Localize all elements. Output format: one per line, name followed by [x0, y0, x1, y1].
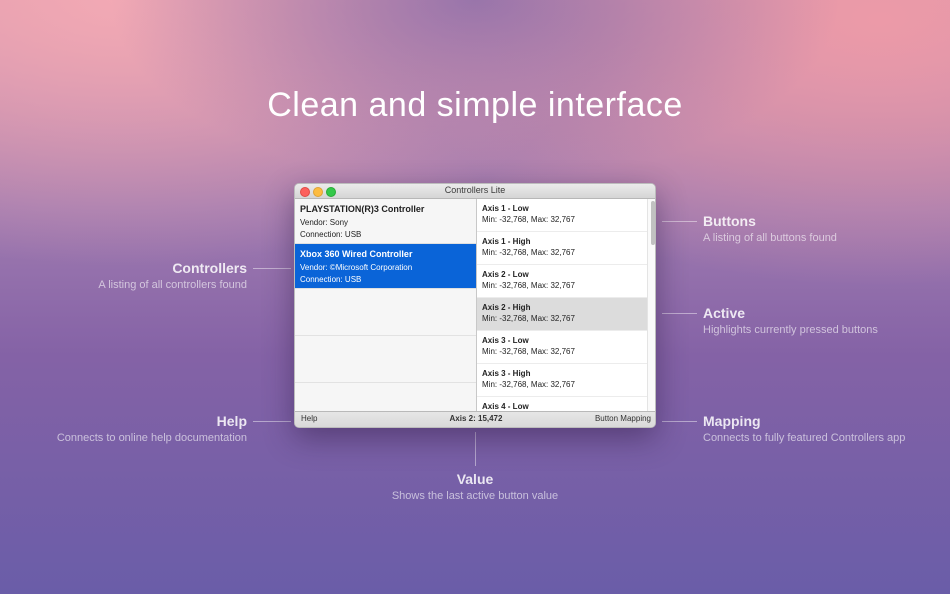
callout-subtitle: Connects to online help documentation — [56, 432, 247, 444]
axis-name: Axis 3 - High — [482, 369, 531, 378]
vertical-scrollbar[interactable] — [647, 199, 655, 414]
axis-range: Min: -32,768, Max: 32,767 — [482, 347, 575, 356]
controller-connection: Connection: USB — [300, 230, 362, 239]
callout-mapping: Mapping Connects to fully featured Contr… — [703, 413, 905, 444]
callout-title: Value — [456, 471, 494, 487]
window-title: Controllers Lite — [444, 185, 506, 195]
headline: Clean and simple interface — [267, 86, 683, 124]
axis-range: Min: -32,768, Max: 32,767 — [482, 248, 575, 257]
callout-help: Help Connects to online help documentati… — [57, 413, 247, 444]
callout-controllers: Controllers A listing of all controllers… — [98, 260, 247, 291]
axis-name: Axis 2 - High — [482, 303, 531, 312]
callout-line — [253, 421, 291, 422]
axis-range: Min: -32,768, Max: 32,767 — [482, 281, 575, 290]
callout-line — [662, 421, 697, 422]
callout-subtitle: Highlights currently pressed buttons — [703, 324, 878, 336]
callout-line — [662, 313, 697, 314]
callout-line — [662, 221, 697, 222]
callout-title: Active — [703, 305, 746, 321]
axis-row[interactable]: Axis 3 - Low Min: -32,768, Max: 32,767 — [477, 331, 647, 364]
controller-name: PLAYSTATION(R)3 Controller — [300, 204, 425, 214]
axis-name: Axis 3 - Low — [482, 336, 529, 345]
axis-row[interactable]: Axis 2 - Low Min: -32,768, Max: 32,767 — [477, 265, 647, 298]
callout-line — [475, 432, 476, 466]
controller-row-selected[interactable]: Xbox 360 Wired Controller Vendor: ©Micro… — [295, 244, 476, 289]
callout-active: Active Highlights currently pressed butt… — [703, 305, 878, 336]
callout-title: Controllers — [172, 260, 247, 276]
button-mapping-button[interactable]: Button Mapping — [595, 414, 651, 423]
axis-name: Axis 1 - High — [482, 237, 531, 246]
callout-title: Buttons — [703, 213, 756, 229]
axis-row-active[interactable]: Axis 2 - High Min: -32,768, Max: 32,767 — [477, 298, 647, 331]
status-bar: Help Axis 2: 15,472 Button Mapping — [295, 411, 655, 427]
axis-range: Min: -32,768, Max: 32,767 — [482, 314, 575, 323]
axis-row[interactable]: Axis 1 - Low Min: -32,768, Max: 32,767 — [477, 199, 647, 232]
callout-title: Mapping — [703, 413, 761, 429]
callout-subtitle: A listing of all buttons found — [703, 232, 837, 244]
controller-name: Xbox 360 Wired Controller — [300, 249, 413, 259]
empty-list-row — [295, 336, 476, 383]
scrollbar-thumb[interactable] — [651, 201, 655, 245]
empty-list-row — [295, 289, 476, 336]
controller-row[interactable]: PLAYSTATION(R)3 Controller Vendor: Sony … — [295, 199, 476, 244]
axis-row[interactable]: Axis 3 - High Min: -32,768, Max: 32,767 — [477, 364, 647, 397]
axis-name: Axis 2 - Low — [482, 270, 529, 279]
axis-range: Min: -32,768, Max: 32,767 — [482, 215, 575, 224]
axis-name: Axis 1 - Low — [482, 204, 529, 213]
axis-row[interactable]: Axis 1 - High Min: -32,768, Max: 32,767 — [477, 232, 647, 265]
controller-list: PLAYSTATION(R)3 Controller Vendor: Sony … — [295, 199, 477, 414]
controller-vendor: Vendor: Sony — [300, 218, 349, 227]
controller-vendor: Vendor: ©Microsoft Corporation — [300, 263, 413, 272]
controller-connection: Connection: USB — [300, 275, 362, 284]
callout-value: Value Shows the last active button value — [375, 471, 575, 502]
callout-buttons: Buttons A listing of all buttons found — [703, 213, 837, 244]
axis-range: Min: -32,768, Max: 32,767 — [482, 380, 575, 389]
button-list: Axis 1 - Low Min: -32,768, Max: 32,767 A… — [477, 199, 647, 414]
title-bar[interactable]: Controllers Lite — [295, 184, 655, 199]
callout-title: Help — [216, 413, 247, 429]
callout-subtitle: A listing of all controllers found — [98, 279, 247, 291]
callout-subtitle: Connects to fully featured Controllers a… — [703, 432, 906, 444]
callout-line — [253, 268, 291, 269]
app-window: Controllers Lite PLAYSTATION(R)3 Control… — [294, 183, 656, 428]
callout-subtitle: Shows the last active button value — [391, 490, 559, 502]
